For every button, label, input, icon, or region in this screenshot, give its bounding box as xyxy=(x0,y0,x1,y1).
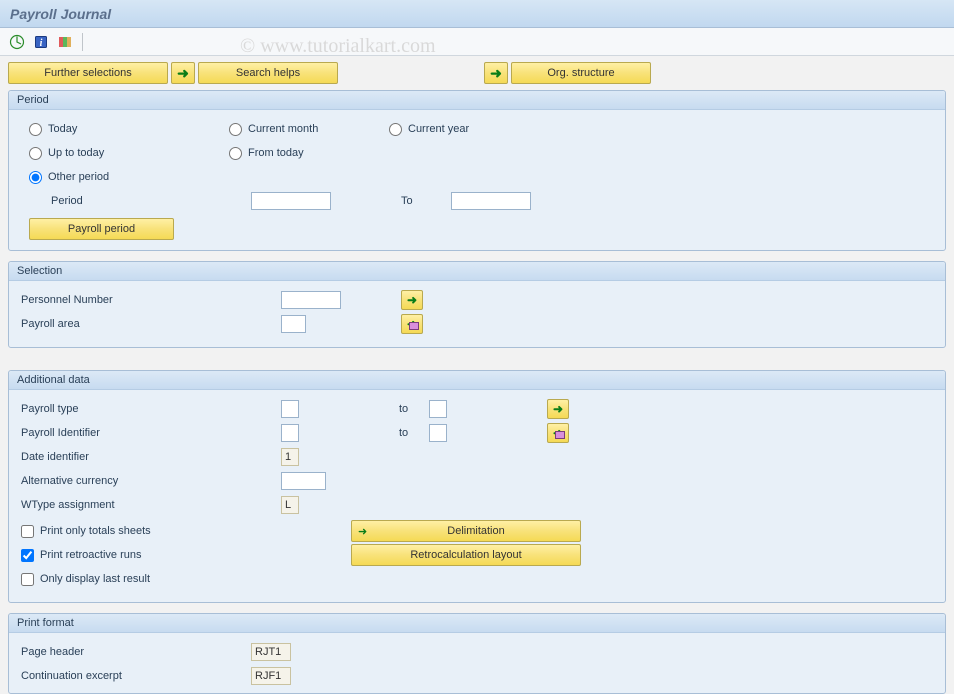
print-totals-label: Print only totals sheets xyxy=(40,525,151,537)
print-format-group: Print format Page header Continuation ex… xyxy=(8,613,946,694)
search-helps-button[interactable]: Search helps xyxy=(198,62,338,84)
personnel-number-multiple-button[interactable]: ➜ xyxy=(401,290,423,310)
further-selections-button[interactable]: Further selections xyxy=(8,62,168,84)
selection-group: Selection Personnel Number ➜ Payroll are… xyxy=(8,261,946,348)
payroll-identifier-label: Payroll Identifier xyxy=(21,427,281,439)
period-group: Period Today Current month Current year xyxy=(8,90,946,251)
period-field-label: Period xyxy=(29,195,251,207)
payroll-type-from-input[interactable] xyxy=(281,400,299,418)
delimitation-button-label: Delimitation xyxy=(447,525,504,537)
main-content: Further selections ➜ Search helps ➜ Org.… xyxy=(0,56,954,694)
payroll-type-to-label: to xyxy=(399,403,429,415)
application-toolbar: i xyxy=(0,28,954,56)
further-selections-arrow-button[interactable]: ➜ xyxy=(171,62,195,84)
alternative-currency-input[interactable] xyxy=(281,472,326,490)
date-identifier-input[interactable] xyxy=(281,448,299,466)
payroll-type-to-input[interactable] xyxy=(429,400,447,418)
current-year-radio[interactable] xyxy=(389,123,402,136)
alternative-currency-label: Alternative currency xyxy=(21,475,281,487)
current-year-label: Current year xyxy=(408,123,469,135)
only-last-result-label: Only display last result xyxy=(40,573,150,585)
from-today-radio[interactable] xyxy=(229,147,242,160)
payroll-area-multiple-button[interactable]: ➜ xyxy=(401,314,423,334)
additional-data-header: Additional data xyxy=(9,371,945,390)
wtype-assignment-label: WType assignment xyxy=(21,499,281,511)
svg-text:i: i xyxy=(40,38,43,49)
current-month-label: Current month xyxy=(248,123,318,135)
payroll-period-button[interactable]: Payroll period xyxy=(29,218,174,240)
today-label: Today xyxy=(48,123,77,135)
payroll-identifier-to-input[interactable] xyxy=(429,424,447,442)
only-last-result-checkbox[interactable] xyxy=(21,573,34,586)
arrow-right-icon: ➜ xyxy=(177,66,189,80)
toolbar-divider xyxy=(82,33,83,51)
period-to-label: To xyxy=(401,195,451,207)
selection-header: Selection xyxy=(9,262,945,281)
payroll-type-label: Payroll type xyxy=(21,403,281,415)
period-from-input[interactable] xyxy=(251,192,331,210)
personnel-number-input[interactable] xyxy=(281,291,341,309)
current-month-radio[interactable] xyxy=(229,123,242,136)
retrocalculation-layout-button[interactable]: Retrocalculation layout xyxy=(351,544,581,566)
payroll-area-label: Payroll area xyxy=(21,318,281,330)
page-header-input[interactable] xyxy=(251,643,291,661)
org-structure-button[interactable]: Org. structure xyxy=(511,62,651,84)
arrow-right-icon: ➜ xyxy=(553,427,563,439)
delimitation-button[interactable]: Delimitation xyxy=(351,520,581,542)
print-totals-checkbox[interactable] xyxy=(21,525,34,538)
print-retroactive-label: Print retroactive runs xyxy=(40,549,141,561)
title-bar: Payroll Journal xyxy=(0,0,954,28)
payroll-identifier-from-input[interactable] xyxy=(281,424,299,442)
payroll-area-input[interactable] xyxy=(281,315,306,333)
up-to-today-label: Up to today xyxy=(48,147,104,159)
info-icon[interactable]: i xyxy=(32,33,50,51)
additional-data-group: Additional data Payroll type to ➜ Payrol… xyxy=(8,370,946,603)
action-button-row: Further selections ➜ Search helps ➜ Org.… xyxy=(8,62,946,84)
execute-icon[interactable] xyxy=(8,33,26,51)
page-title: Payroll Journal xyxy=(10,6,111,22)
print-format-header: Print format xyxy=(9,614,945,633)
payroll-type-multiple-button[interactable]: ➜ xyxy=(547,399,569,419)
other-period-radio[interactable] xyxy=(29,171,42,184)
arrow-right-icon: ➜ xyxy=(490,66,502,80)
continuation-excerpt-label: Continuation excerpt xyxy=(21,670,251,682)
wtype-assignment-input[interactable] xyxy=(281,496,299,514)
org-structure-arrow-button[interactable]: ➜ xyxy=(484,62,508,84)
arrow-right-icon: ➜ xyxy=(407,318,417,330)
from-today-label: From today xyxy=(248,147,304,159)
period-to-input[interactable] xyxy=(451,192,531,210)
date-identifier-label: Date identifier xyxy=(21,451,281,463)
arrow-right-icon: ➜ xyxy=(553,403,563,415)
arrow-right-icon: ➜ xyxy=(407,294,417,306)
personnel-number-label: Personnel Number xyxy=(21,294,281,306)
print-retroactive-checkbox[interactable] xyxy=(21,549,34,562)
continuation-excerpt-input[interactable] xyxy=(251,667,291,685)
period-header: Period xyxy=(9,91,945,110)
other-period-label: Other period xyxy=(48,171,109,183)
page-header-label: Page header xyxy=(21,646,251,658)
payroll-identifier-multiple-button[interactable]: ➜ xyxy=(547,423,569,443)
variant-icon[interactable] xyxy=(56,33,74,51)
payroll-identifier-to-label: to xyxy=(399,427,429,439)
up-to-today-radio[interactable] xyxy=(29,147,42,160)
today-radio[interactable] xyxy=(29,123,42,136)
